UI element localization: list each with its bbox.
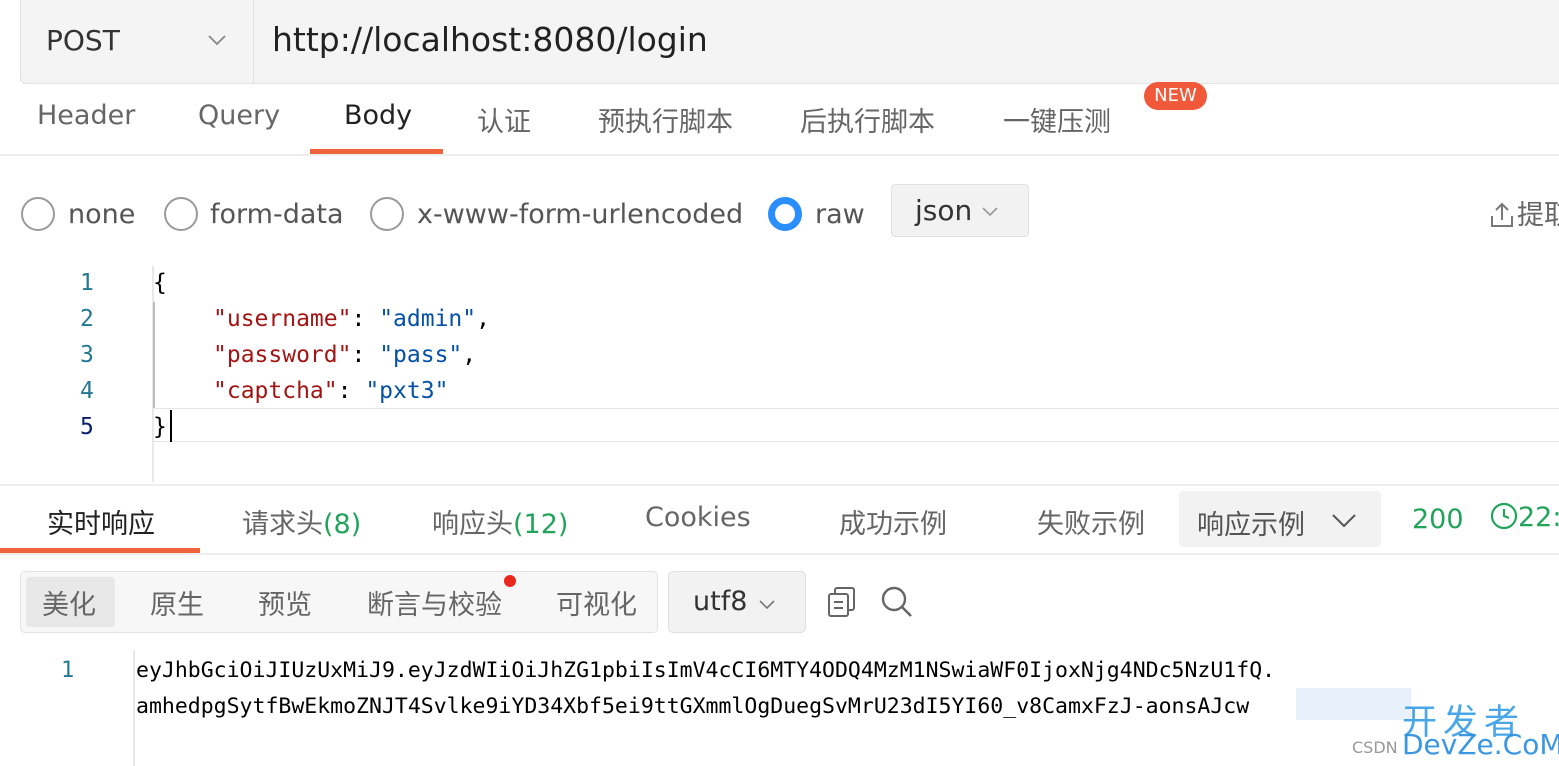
radio-form-data[interactable] <box>164 197 198 231</box>
tab-label: 失败示例 <box>1037 509 1145 540</box>
body-format-label: json <box>915 194 973 227</box>
upload-icon <box>1491 202 1513 227</box>
divider <box>0 154 1559 156</box>
extract-label: 提取 <box>1517 200 1559 231</box>
tab-response-headers[interactable]: 响应头(12) <box>432 502 568 541</box>
body-format-select[interactable]: json <box>891 184 1029 237</box>
tab-query[interactable]: Query <box>198 100 280 131</box>
watermark-en: DevZe.CoM <box>1402 728 1559 761</box>
chevron-down-icon <box>208 35 226 46</box>
response-time-value: 22: <box>1518 502 1559 533</box>
tab-post-script[interactable]: 后执行脚本 <box>800 100 935 139</box>
line-number: 1 <box>80 270 94 296</box>
extract-button[interactable]: 提取 <box>1489 193 1559 232</box>
code-close-brace: } <box>153 414 167 440</box>
new-badge: NEW <box>1144 82 1207 110</box>
divider <box>0 484 1559 486</box>
tab-label: 实时响应 <box>47 509 155 540</box>
url-input[interactable]: http://localhost:8080/login <box>272 20 708 59</box>
response-time: 22: <box>1490 502 1559 533</box>
method-select[interactable]: POST <box>21 0 254 84</box>
tab-label: 响应头 <box>432 509 513 540</box>
copy-icon[interactable] <box>826 585 858 619</box>
radio-urlencoded[interactable] <box>370 197 404 231</box>
tab-count: (12) <box>513 509 569 540</box>
view-beautify[interactable]: 美化 <box>42 583 96 622</box>
chevron-down-icon <box>1332 514 1356 528</box>
tab-label: 请求头 <box>242 509 323 540</box>
json-value: "admin" <box>379 306 477 332</box>
tab-stress-test[interactable]: 一键压测 <box>1003 100 1111 139</box>
view-raw[interactable]: 原生 <box>150 583 204 622</box>
method-label: POST <box>46 24 120 57</box>
tab-count: (8) <box>323 509 362 540</box>
notification-dot <box>504 575 516 587</box>
chevron-down-icon <box>759 600 775 610</box>
line-number: 3 <box>80 342 94 368</box>
encoding-select[interactable]: utf8 <box>668 571 806 633</box>
tab-cookies[interactable]: Cookies <box>645 502 751 533</box>
radio-none[interactable] <box>21 197 55 231</box>
line-number: 4 <box>80 378 94 404</box>
tab-pre-script[interactable]: 预执行脚本 <box>598 100 733 139</box>
radio-raw[interactable] <box>768 197 802 231</box>
view-preview[interactable]: 预览 <box>258 583 312 622</box>
text-cursor <box>170 410 172 442</box>
radio-label-form-data: form-data <box>210 199 344 230</box>
response-example-select[interactable]: 响应示例 <box>1179 491 1381 547</box>
view-mode-group: 美化 原生 预览 断言与校验 可视化 <box>20 571 658 633</box>
view-visualize[interactable]: 可视化 <box>556 583 637 622</box>
tab-header[interactable]: Header <box>37 100 135 131</box>
line-number: 1 <box>61 658 75 683</box>
response-gutter-border <box>133 650 135 766</box>
status-code: 200 <box>1412 504 1464 535</box>
response-example-label: 响应示例 <box>1197 510 1305 541</box>
response-line[interactable]: amhedpgSytfBwEkmoZNJT4Svlke9iYD34Xbf5ei9… <box>136 694 1249 719</box>
url-bar: POST http://localhost:8080/login <box>20 0 1559 84</box>
json-comma: , <box>476 306 490 332</box>
code-open-brace: { <box>153 270 167 296</box>
chevron-down-icon <box>982 207 998 217</box>
json-key: "username" <box>213 306 352 332</box>
text-selection-highlight <box>1296 688 1411 720</box>
json-key: "captcha" <box>213 378 338 404</box>
encoding-label: utf8 <box>693 586 748 617</box>
json-value: "pxt3" <box>365 378 449 404</box>
tab-failure-example[interactable]: 失败示例 <box>1037 502 1145 541</box>
tab-body[interactable]: Body <box>344 100 412 131</box>
json-comma: , <box>462 342 477 368</box>
divider <box>0 553 1559 555</box>
line-number: 2 <box>80 306 94 332</box>
view-assertions[interactable]: 断言与校验 <box>367 583 502 622</box>
code-line[interactable]: "username": "admin", <box>213 306 490 332</box>
response-line[interactable]: eyJhbGciOiJIUzUxMiJ9.eyJzdWIiOiJhZG1pbiI… <box>136 658 1275 683</box>
watermark-csdn: CSDN <box>1352 738 1398 757</box>
indent-guide <box>153 302 155 408</box>
line-number: 5 <box>80 414 94 440</box>
clock-icon <box>1490 502 1518 530</box>
radio-label-none: none <box>68 199 136 230</box>
code-line[interactable]: "captcha": "pxt3" <box>213 378 448 404</box>
tab-success-example[interactable]: 成功示例 <box>839 502 947 541</box>
tab-live-response[interactable]: 实时响应 <box>47 502 155 541</box>
tab-label: Cookies <box>645 502 751 533</box>
json-value: "pass" <box>379 342 463 368</box>
active-line-highlight <box>154 408 1559 442</box>
radio-label-raw: raw <box>815 199 865 230</box>
code-line[interactable]: "password": "pass", <box>213 342 476 368</box>
search-icon[interactable] <box>879 584 915 620</box>
tab-auth[interactable]: 认证 <box>477 100 531 139</box>
tab-label: 成功示例 <box>839 509 947 540</box>
tab-request-headers[interactable]: 请求头(8) <box>242 502 361 541</box>
json-key: "password" <box>213 342 352 368</box>
radio-label-urlencoded: x-www-form-urlencoded <box>417 199 744 230</box>
